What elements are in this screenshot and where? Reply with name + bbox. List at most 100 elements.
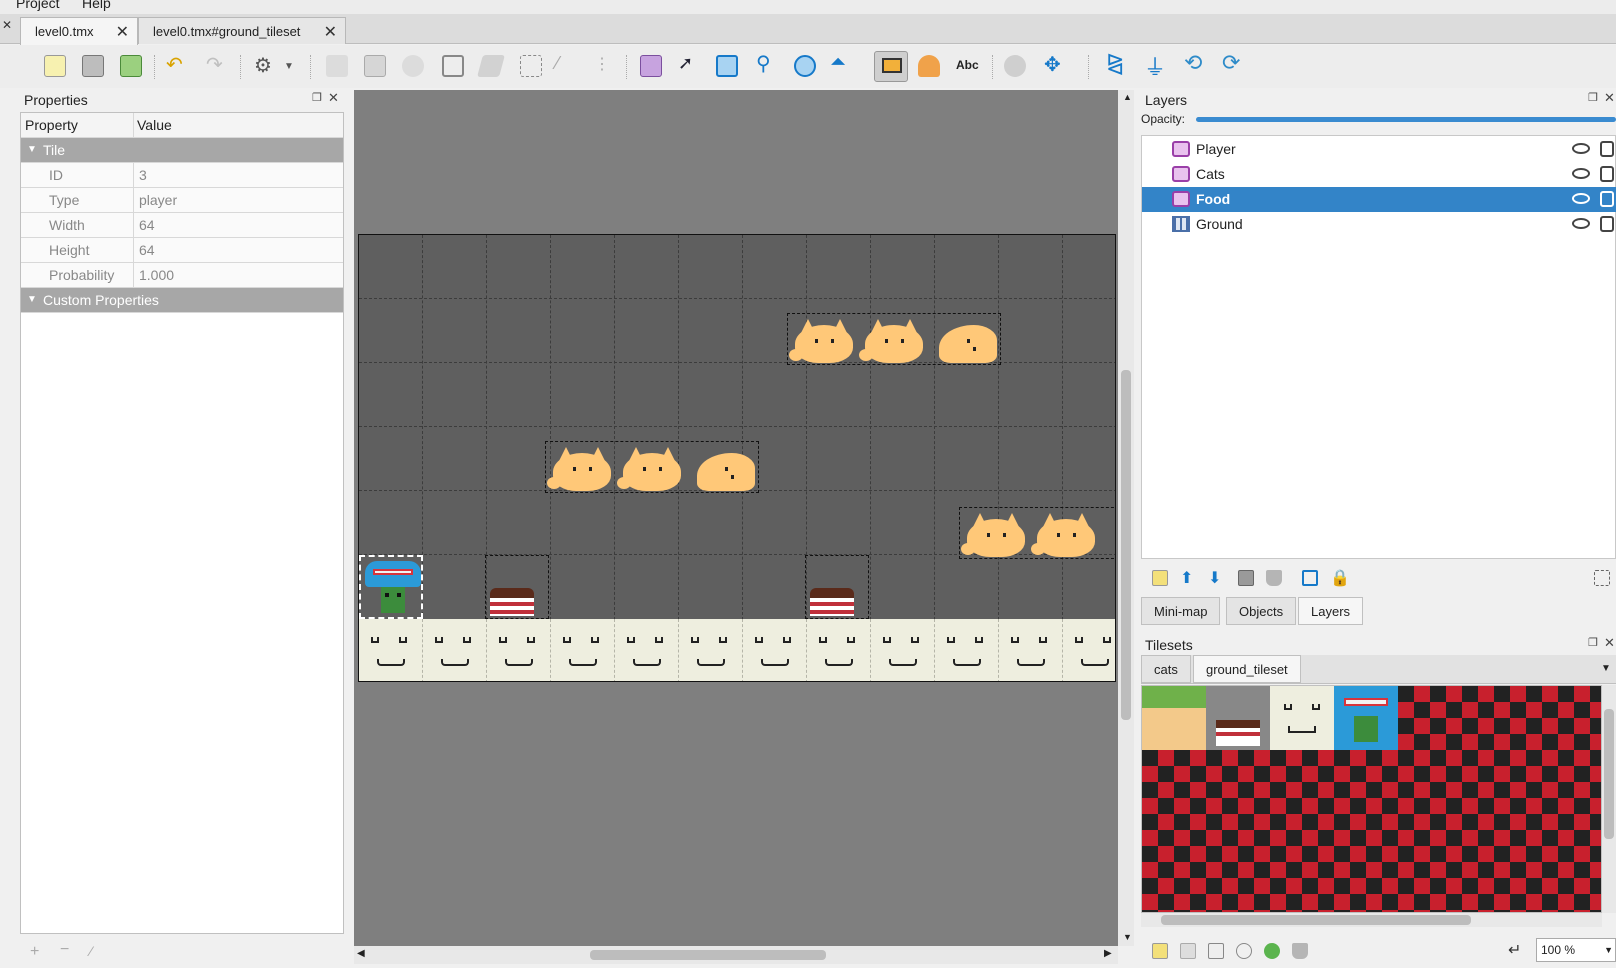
delete-layer-icon[interactable]: [1266, 570, 1282, 586]
float-panel-icon[interactable]: ❐: [1588, 91, 1598, 104]
undo-icon[interactable]: ↶: [166, 52, 188, 76]
visibility-eye-icon[interactable]: [1572, 193, 1590, 204]
map-horizontal-scrollbar[interactable]: ◀ ▶: [354, 946, 1118, 964]
new-tileset-icon[interactable]: [1152, 943, 1168, 959]
tab-mini-map[interactable]: Mini-map: [1141, 597, 1221, 625]
layer-cats[interactable]: Cats: [1142, 162, 1616, 187]
rotate-right-icon[interactable]: ⟳: [1222, 50, 1244, 75]
visibility-eye-icon[interactable]: [1572, 218, 1590, 229]
tile-face[interactable]: [1270, 686, 1334, 750]
cat-object[interactable]: [933, 315, 999, 363]
food-cake-object[interactable]: [805, 555, 869, 619]
close-panel-icon[interactable]: ✕: [328, 90, 339, 106]
insert-ellipse-icon[interactable]: [794, 55, 816, 77]
shape-fill-icon[interactable]: [442, 55, 464, 77]
collapse-triangle-icon[interactable]: ▼: [27, 144, 37, 155]
group-custom-properties[interactable]: ▼ Custom Properties: [21, 288, 343, 313]
tileset-tab-cats[interactable]: cats: [1141, 655, 1191, 683]
embed-tileset-icon[interactable]: [1180, 943, 1196, 959]
cat-object[interactable]: [691, 443, 757, 491]
insert-tile-icon[interactable]: [874, 51, 908, 82]
rect-select-icon[interactable]: [520, 55, 542, 77]
remove-property-icon[interactable]: −: [60, 941, 69, 959]
lock-icon[interactable]: [1600, 141, 1614, 157]
raise-layer-icon[interactable]: ⬆: [1180, 568, 1196, 587]
insert-rectangle-icon[interactable]: [716, 55, 738, 77]
close-panel-icon[interactable]: ✕: [1604, 90, 1615, 106]
lock-icon[interactable]: [1600, 166, 1614, 182]
tile-player[interactable]: [1334, 686, 1398, 750]
layer-food[interactable]: Food: [1142, 187, 1616, 212]
lock-icon[interactable]: [1600, 216, 1614, 232]
redo-icon[interactable]: ↷: [206, 52, 228, 76]
cat-object[interactable]: [859, 315, 925, 363]
property-row[interactable]: ID 3: [21, 163, 343, 188]
close-panel-icon[interactable]: ✕: [1604, 635, 1615, 651]
column-header-property[interactable]: Property: [25, 117, 78, 133]
dynamic-wrap-icon[interactable]: ↵: [1508, 940, 1521, 960]
terrain-brush-icon[interactable]: [364, 55, 386, 77]
insert-template-icon[interactable]: [918, 55, 940, 77]
tileset-vertical-scrollbar[interactable]: [1602, 685, 1616, 913]
cat-object[interactable]: [961, 509, 1027, 557]
close-tab-icon[interactable]: ✕: [324, 22, 337, 42]
property-row[interactable]: Type player: [21, 188, 343, 213]
collapse-triangle-icon[interactable]: ▼: [27, 294, 37, 305]
magic-wand-icon[interactable]: ⁄: [556, 53, 578, 75]
property-row[interactable]: Height 64: [21, 238, 343, 263]
cat-object[interactable]: [547, 443, 613, 491]
layer-player[interactable]: Player: [1142, 137, 1616, 162]
scroll-up-icon[interactable]: ▲: [1123, 92, 1132, 102]
tile-grass[interactable]: [1142, 686, 1206, 750]
tileset-grid[interactable]: [1141, 685, 1602, 913]
tileset-horizontal-scrollbar[interactable]: [1141, 913, 1602, 927]
float-panel-icon[interactable]: ❐: [312, 91, 322, 104]
commands-icon[interactable]: ⚙: [254, 53, 276, 77]
map-canvas[interactable]: [358, 234, 1116, 682]
tileset-tab-ground[interactable]: ground_tileset: [1193, 655, 1301, 683]
new-file-icon[interactable]: [44, 55, 66, 77]
cat-object[interactable]: [617, 443, 683, 491]
lock-icon[interactable]: [1600, 191, 1614, 207]
bucket-fill-icon[interactable]: [402, 55, 424, 77]
visibility-eye-icon[interactable]: [1572, 168, 1590, 179]
tileset-dropdown-icon[interactable]: ▼: [1601, 663, 1611, 674]
tab-objects[interactable]: Objects: [1226, 597, 1297, 625]
show-hide-layers-icon[interactable]: [1302, 570, 1318, 586]
scroll-left-icon[interactable]: ◀: [357, 948, 365, 959]
save-icon[interactable]: [120, 55, 142, 77]
tab-ground-tileset[interactable]: level0.tmx#ground_tileset ✕: [138, 17, 346, 44]
food-cake-object[interactable]: [485, 555, 549, 619]
column-header-value[interactable]: Value: [137, 117, 172, 133]
eraser-icon[interactable]: [477, 55, 505, 77]
duplicate-layer-icon[interactable]: [1238, 570, 1254, 586]
opacity-slider[interactable]: [1196, 117, 1616, 122]
tab-layers[interactable]: Layers: [1298, 597, 1364, 625]
tab-level0[interactable]: level0.tmx ✕: [20, 17, 138, 45]
menu-help[interactable]: Help: [82, 0, 111, 11]
select-same-tile-icon[interactable]: ⋮: [594, 54, 616, 76]
chevron-down-icon[interactable]: ▼: [284, 61, 306, 83]
scroll-right-icon[interactable]: ▶: [1104, 948, 1112, 959]
flip-horizontal-icon[interactable]: ⧎: [1106, 50, 1128, 75]
export-tileset-icon[interactable]: [1208, 943, 1224, 959]
edit-tileset-icon[interactable]: [1236, 943, 1252, 959]
property-row[interactable]: Probability 1.000: [21, 263, 343, 288]
visibility-eye-icon[interactable]: [1572, 143, 1590, 154]
cat-object[interactable]: [1031, 509, 1097, 557]
stamp-brush-icon[interactable]: [326, 55, 348, 77]
player-object[interactable]: [359, 555, 423, 619]
zoom-select[interactable]: 100 % ▼: [1536, 938, 1616, 962]
world-tool-icon[interactable]: [1004, 55, 1026, 77]
new-layer-icon[interactable]: [1152, 570, 1168, 586]
scrollbar-thumb[interactable]: [1161, 915, 1471, 925]
move-icon[interactable]: ✥: [1044, 52, 1066, 76]
scrollbar-thumb[interactable]: [590, 950, 826, 960]
cat-object[interactable]: [789, 315, 855, 363]
layer-ground[interactable]: Ground: [1142, 212, 1616, 237]
property-row[interactable]: Width 64: [21, 213, 343, 238]
map-vertical-scrollbar[interactable]: ▲ ▼: [1118, 90, 1134, 946]
close-all-icon[interactable]: ✕: [2, 18, 12, 32]
float-panel-icon[interactable]: ❐: [1588, 636, 1598, 649]
close-tab-icon[interactable]: ✕: [116, 22, 129, 42]
